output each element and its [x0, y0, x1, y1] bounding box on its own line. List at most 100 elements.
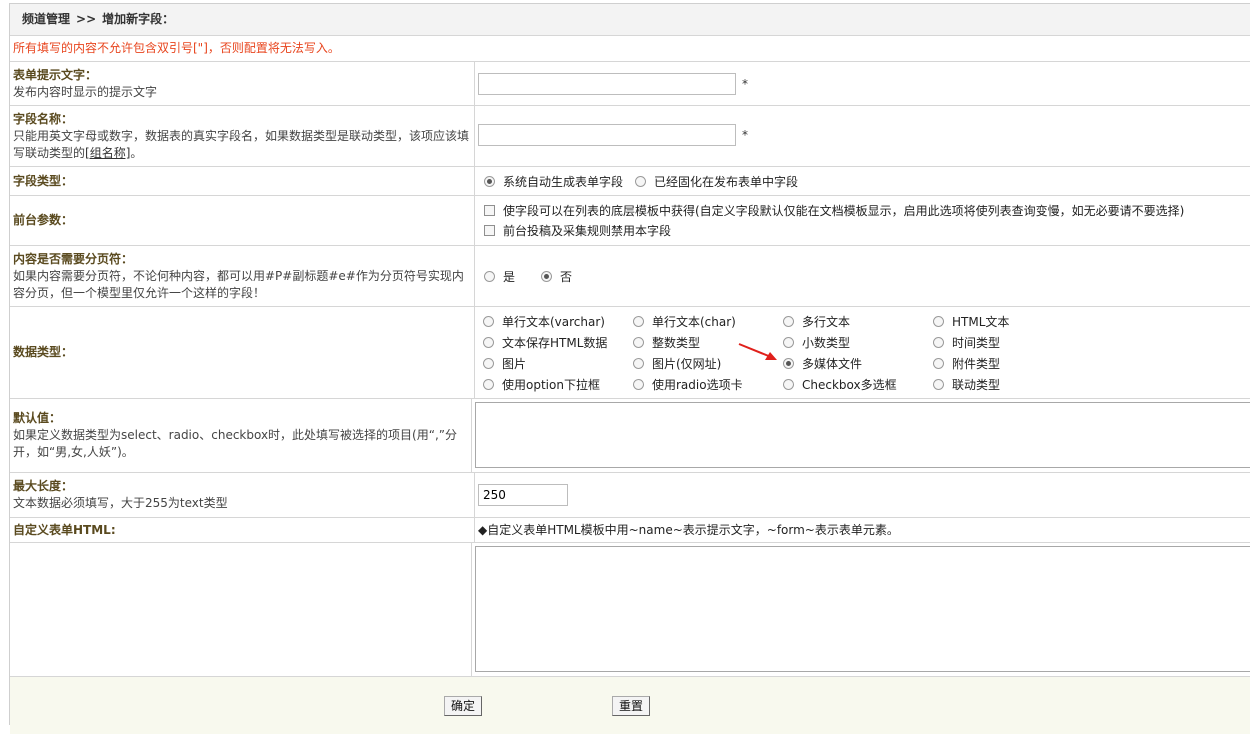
row-field-name: 字段名称： 只能用英文字母或数字，数据表的真实字段名，如果数据类型是联动类型，该…	[10, 106, 1250, 167]
radio-icon[interactable]	[483, 378, 494, 390]
field-type-auto-radio[interactable]: 系统自动生成表单字段	[484, 173, 623, 190]
paging-label: 内容是否需要分页符：	[13, 251, 134, 266]
radio-icon[interactable]	[635, 175, 647, 187]
radio-icon[interactable]	[933, 315, 944, 327]
row-paging: 内容是否需要分页符： 如果内容需要分页符，不论何种内容，都可以用#P#副标题#e…	[10, 246, 1250, 307]
option-label: 联动类型	[952, 377, 1001, 392]
confirm-button[interactable]: 确定	[444, 695, 483, 716]
radio-icon[interactable]	[783, 315, 794, 327]
data-type-option[interactable]: 使用radio选项卡	[633, 376, 783, 393]
custom-html-label: 自定义表单HTML:	[13, 522, 116, 537]
radio-icon[interactable]	[541, 270, 553, 282]
required-mark: *	[742, 128, 748, 142]
warning-text: 所有填写的内容不允许包含双引号["]，否则配置将无法写入。	[10, 36, 1250, 62]
option-label: 文本保存HTML数据	[502, 335, 608, 350]
radio-icon[interactable]	[483, 315, 494, 327]
default-value-textarea[interactable]	[475, 402, 1250, 468]
radio-icon[interactable]	[484, 270, 495, 282]
radio-icon[interactable]	[633, 357, 644, 369]
data-type-option[interactable]: 时间类型	[933, 334, 1083, 351]
radio-icon[interactable]	[633, 336, 644, 348]
field-name-desc: 只能用英文字母或数字，数据表的真实字段名，如果数据类型是联动类型，该项应该填写联…	[13, 128, 471, 162]
data-type-option[interactable]: 小数类型	[783, 334, 933, 351]
frontend-params-label: 前台参数：	[13, 213, 74, 227]
data-type-option[interactable]: 联动类型	[933, 376, 1083, 393]
option-label: 时间类型	[952, 335, 1001, 350]
data-type-option[interactable]: 文本保存HTML数据	[483, 334, 633, 351]
button-bar: 确定 重置	[10, 677, 1250, 734]
field-name-label: 字段名称：	[13, 111, 74, 126]
option-label: 使字段可以在列表的底层模板中获得(自定义字段默认仅能在文档模板显示，启用此选项将…	[503, 203, 1185, 218]
option-label: 使用option下拉框	[502, 377, 600, 392]
required-mark: *	[742, 76, 748, 91]
data-type-option[interactable]: HTML文本	[933, 313, 1083, 330]
option-label: 图片(仅网址)	[652, 356, 722, 371]
data-type-label: 数据类型：	[13, 345, 74, 359]
option-label: Checkbox多选框	[802, 377, 897, 392]
row-custom-html: 自定义表单HTML: ◆自定义表单HTML模板中用~name~表示提示文字，~f…	[10, 518, 1250, 543]
row-custom-html-editor	[10, 543, 1250, 677]
custom-html-note: ◆自定义表单HTML模板中用~name~表示提示文字，~form~表示表单元素。	[478, 522, 899, 537]
breadcrumb-section[interactable]: 频道管理	[22, 12, 70, 26]
row-max-length: 最大长度： 文本数据必须填写，大于255为text类型	[10, 473, 1250, 518]
row-field-type: 字段类型： 系统自动生成表单字段 已经固化在发布表单中字段	[10, 167, 1250, 196]
option-label: 单行文本(varchar)	[502, 314, 605, 329]
data-type-option[interactable]: 多媒体文件	[783, 355, 933, 372]
row-frontend-params: 前台参数： 使字段可以在列表的底层模板中获得(自定义字段默认仅能在文档模板显示，…	[10, 196, 1250, 246]
list-template-checkbox[interactable]: 使字段可以在列表的底层模板中获得(自定义字段默认仅能在文档模板显示，启用此选项将…	[484, 201, 1250, 221]
data-type-option[interactable]: Checkbox多选框	[783, 376, 933, 393]
field-name-desc-text: 只能用英文字母或数字，数据表的真实字段名，如果数据类型是联动类型，该项应该填写联…	[13, 128, 470, 160]
radio-icon[interactable]	[484, 175, 495, 187]
option-label: 附件类型	[952, 356, 1001, 371]
radio-icon[interactable]	[633, 315, 644, 327]
data-type-option[interactable]: 单行文本(char)	[633, 313, 783, 330]
row-hint-text: 表单提示文字： 发布内容时显示的提示文字 *	[10, 62, 1250, 106]
radio-icon[interactable]	[933, 378, 944, 390]
radio-icon[interactable]	[483, 357, 494, 369]
data-type-option[interactable]: 图片	[483, 355, 633, 372]
radio-icon[interactable]	[933, 336, 944, 348]
radio-icon[interactable]	[783, 378, 794, 390]
radio-icon[interactable]	[783, 336, 794, 348]
max-length-label: 最大长度：	[13, 479, 74, 493]
radio-icon[interactable]	[633, 378, 644, 390]
default-value-desc: 如果定义数据类型为select、radio、checkbox时，此处填写被选择的…	[13, 428, 457, 459]
data-type-option[interactable]: 使用option下拉框	[483, 376, 633, 393]
radio-icon[interactable]	[933, 357, 944, 369]
disable-submit-checkbox[interactable]: 前台投稿及采集规则禁用本字段	[484, 221, 1250, 241]
max-length-desc: 文本数据必须填写，大于255为text类型	[13, 496, 228, 510]
field-name-input[interactable]	[478, 124, 736, 146]
reset-button[interactable]: 重置	[612, 695, 651, 716]
hint-text-input[interactable]	[478, 72, 736, 95]
max-length-input[interactable]	[478, 484, 568, 506]
row-data-type: 数据类型： 单行文本(varchar) 单行文本(char) 多行文本 HTML文本文…	[10, 307, 1250, 399]
radio-icon[interactable]	[483, 336, 494, 348]
hint-text-label: 表单提示文字：	[13, 67, 98, 82]
breadcrumb-page: 增加新字段：	[102, 12, 175, 26]
checkbox-icon[interactable]	[484, 225, 495, 236]
paging-yes-radio[interactable]: 是	[484, 268, 515, 285]
breadcrumb-separator: >>	[76, 12, 97, 26]
field-type-label: 字段类型：	[13, 173, 74, 188]
custom-html-textarea[interactable]	[475, 546, 1250, 672]
radio-icon[interactable]	[783, 357, 794, 369]
row-default-value: 默认值： 如果定义数据类型为select、radio、checkbox时，此处填…	[10, 399, 1250, 473]
paging-desc: 如果内容需要分页符，不论何种内容，都可以用#P#副标题#e#作为分页符号实现内容…	[13, 268, 464, 300]
option-label: 否	[560, 269, 573, 284]
option-label: 是	[503, 269, 516, 284]
group-name-link[interactable]: [组名称]	[85, 146, 130, 160]
option-label: 系统自动生成表单字段	[503, 174, 624, 189]
data-type-option[interactable]: 单行文本(varchar)	[483, 313, 633, 330]
breadcrumb: 频道管理 >> 增加新字段：	[10, 4, 1250, 36]
paging-no-radio[interactable]: 否	[541, 268, 572, 285]
checkbox-icon[interactable]	[484, 205, 495, 216]
option-label: 使用radio选项卡	[652, 377, 743, 392]
red-arrow-icon	[738, 343, 777, 360]
option-label: 图片	[502, 356, 527, 371]
field-add-form: 频道管理 >> 增加新字段： 所有填写的内容不允许包含双引号["]，否则配置将无法写…	[9, 3, 1250, 734]
data-type-option[interactable]: 多行文本	[783, 313, 933, 330]
option-label: 多行文本	[802, 314, 851, 329]
data-type-options: 单行文本(varchar) 单行文本(char) 多行文本 HTML文本文本保存HTM…	[483, 313, 1250, 393]
data-type-option[interactable]: 附件类型	[933, 355, 1083, 372]
field-type-fixed-radio[interactable]: 已经固化在发布表单中字段	[635, 173, 798, 190]
